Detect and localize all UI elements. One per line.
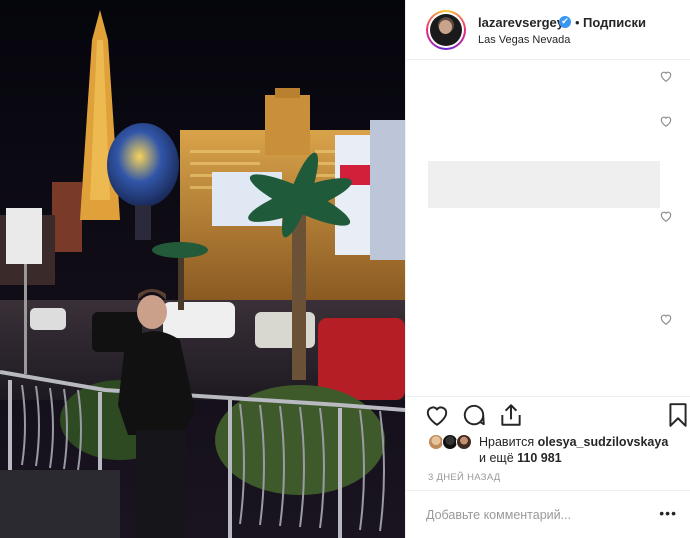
avatar-image: [430, 14, 462, 46]
comment-bubble-icon[interactable]: [461, 402, 487, 428]
heart-icon[interactable]: [659, 209, 673, 223]
likes-prefix: Нравится: [479, 435, 538, 449]
post-actions-bar: [406, 396, 690, 432]
location-link[interactable]: Las Vegas Nevada: [478, 34, 570, 46]
likes-count[interactable]: 110 981: [517, 451, 562, 465]
heart-outline-icon[interactable]: [424, 402, 450, 428]
author-avatar[interactable]: [426, 10, 466, 50]
post-timestamp[interactable]: 3 дней назад: [428, 472, 501, 483]
las-vegas-photo: [0, 0, 405, 538]
loading-comment-placeholder: [428, 161, 660, 208]
verified-badge-icon: ✔: [559, 16, 571, 28]
heart-icon[interactable]: [659, 114, 673, 128]
liker-username[interactable]: olesya_sudzilovskaya: [538, 435, 669, 449]
share-icon[interactable]: [498, 402, 524, 428]
post-side-panel: lazarevsergey ✔ • Подписки Las Vegas Nev…: [405, 0, 690, 538]
heart-icon[interactable]: [659, 312, 673, 326]
heart-icon[interactable]: [659, 69, 673, 83]
liker-avatar[interactable]: [456, 434, 472, 450]
following-button[interactable]: Подписки: [583, 15, 646, 30]
post-photo[interactable]: [0, 0, 405, 538]
author-username[interactable]: lazarevsergey: [478, 15, 564, 30]
comment-input[interactable]: [426, 506, 626, 524]
bookmark-icon[interactable]: [665, 402, 690, 428]
likes-middle: и ещё: [479, 451, 518, 465]
post-header: lazarevsergey ✔ • Подписки Las Vegas Nev…: [406, 0, 690, 60]
add-comment-box: •••: [406, 490, 690, 538]
comments-list[interactable]: [406, 60, 690, 396]
more-options-icon[interactable]: •••: [659, 505, 677, 521]
likes-text[interactable]: Нравится olesya_sudzilovskaya и ещё 110 …: [479, 434, 669, 466]
separator-dot: •: [575, 15, 580, 30]
